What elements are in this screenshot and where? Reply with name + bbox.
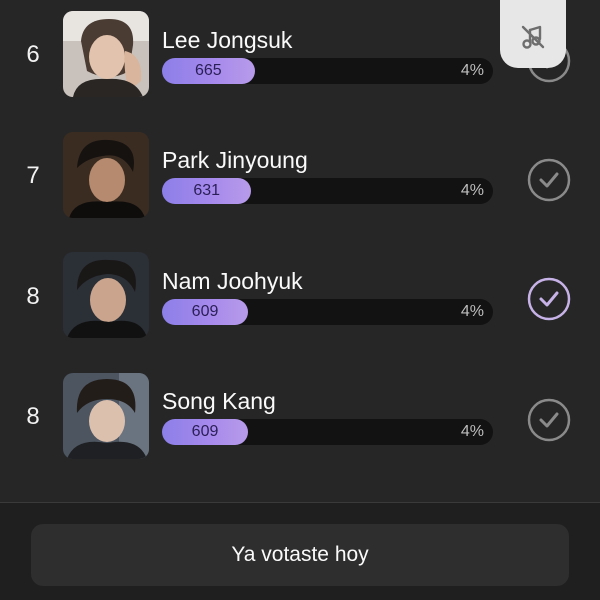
- vote-percent: 4%: [460, 423, 484, 440]
- vote-percent: 4%: [460, 303, 484, 320]
- vote-check-button[interactable]: [526, 157, 572, 203]
- rank-number: 8: [26, 403, 40, 430]
- footer: Ya votaste hoy: [0, 503, 600, 600]
- ranking-row: 8 Nam Joohyuk 609 4%: [0, 240, 600, 360]
- music-toggle-button[interactable]: [500, 0, 566, 68]
- vote-bar-fill: 609: [162, 299, 249, 325]
- vote-bar: 631 4%: [162, 178, 493, 204]
- person-photo-icon: [63, 11, 149, 97]
- candidate-name: Song Kang: [162, 388, 276, 414]
- vote-check-button[interactable]: [526, 397, 572, 443]
- vote-count: 665: [194, 62, 222, 79]
- vote-count: 609: [191, 423, 219, 440]
- voted-today-button[interactable]: Ya votaste hoy: [31, 524, 569, 586]
- vote-bar: 609 4%: [162, 419, 493, 445]
- rank-number: 7: [26, 162, 40, 189]
- rank-number: 6: [26, 41, 40, 68]
- check-circle-icon: [527, 277, 571, 321]
- person-photo-icon: [63, 132, 149, 218]
- candidate-name: Lee Jongsuk: [162, 27, 293, 53]
- vote-bar-fill: 631: [162, 178, 252, 204]
- ranking-list: 6 Lee Jongsuk 665 4% 7 Park Jinyoung 631…: [0, 0, 600, 502]
- vote-check-button-selected[interactable]: [526, 276, 572, 322]
- check-circle-icon: [527, 158, 571, 202]
- vote-percent: 4%: [460, 182, 484, 199]
- ranking-row: 7 Park Jinyoung 631 4%: [0, 120, 600, 240]
- vote-bar: 665 4%: [162, 58, 493, 84]
- vote-count: 609: [191, 303, 219, 320]
- candidate-name: Nam Joohyuk: [162, 268, 303, 294]
- vote-bar-fill: 665: [162, 58, 255, 84]
- rank-number: 8: [26, 283, 40, 310]
- music-off-icon: [521, 25, 545, 49]
- ranking-row: 8 Song Kang 609 4%: [0, 360, 600, 480]
- check-circle-icon: [527, 398, 571, 442]
- candidate-name: Park Jinyoung: [162, 147, 308, 173]
- vote-count: 631: [193, 182, 221, 199]
- vote-percent: 4%: [460, 62, 484, 79]
- person-photo-icon: [63, 252, 149, 338]
- vote-bar: 609 4%: [162, 299, 493, 325]
- person-photo-icon: [63, 373, 149, 459]
- vote-bar-fill: 609: [162, 419, 249, 445]
